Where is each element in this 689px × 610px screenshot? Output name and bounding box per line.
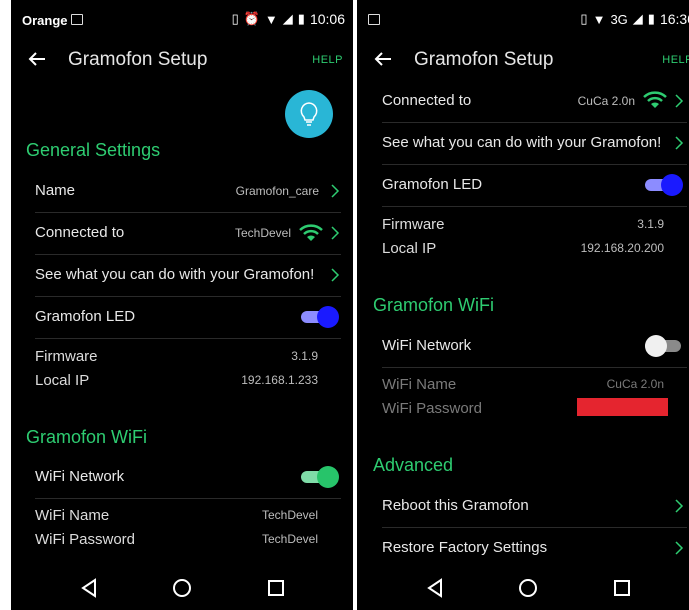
wifi-password-label: WiFi Password <box>382 400 483 417</box>
gramofon-led-toggle[interactable] <box>645 174 683 196</box>
wifi-status-icon: ▼ <box>592 11 606 27</box>
vibrate-icon: ▯ <box>580 11 588 26</box>
wifi-name-label: WiFi Name <box>35 507 110 524</box>
connected-to-value: CuCa 2.0n <box>577 94 635 108</box>
image-notification-icon <box>71 14 83 25</box>
name-row[interactable]: Name Gramofon_care <box>35 170 341 213</box>
wifi-icon <box>299 224 323 241</box>
wifi-network-toggle[interactable] <box>645 335 683 357</box>
page-title: Gramofon Setup <box>68 49 208 70</box>
wifi-password-label: WiFi Password <box>35 531 136 548</box>
firmware-value: 3.1.9 <box>291 349 318 363</box>
chevron-right-icon <box>331 184 340 198</box>
page-title: Gramofon Setup <box>414 49 554 70</box>
wifi-network-row: WiFi Network <box>382 325 687 368</box>
recents-nav-icon[interactable] <box>610 576 634 600</box>
local-ip-value: 192.168.1.233 <box>241 373 318 387</box>
carrier-name: Orange <box>22 13 68 28</box>
battery-icon: ▮ <box>647 11 655 26</box>
gramofon-led-row: Gramofon LED <box>382 164 687 207</box>
wifi-password-value: TechDevel <box>261 532 318 546</box>
back-arrow-icon[interactable] <box>373 49 393 69</box>
gramofon-led-label: Gramofon LED <box>35 308 136 325</box>
gramofon-led-row: Gramofon LED <box>35 296 341 339</box>
recents-nav-icon[interactable] <box>264 576 288 600</box>
signal-icon: ◢ <box>282 11 293 26</box>
clock: 16:30 <box>659 11 689 27</box>
help-link[interactable]: HELP <box>662 54 689 66</box>
chevron-right-icon <box>331 226 340 240</box>
wifi-network-toggle[interactable] <box>301 466 339 488</box>
chevron-right-icon <box>675 136 684 150</box>
firmware-label: Firmware <box>35 348 98 365</box>
gramofon-led-label: Gramofon LED <box>382 176 483 193</box>
wifi-status-icon: ▼ <box>264 11 278 27</box>
name-label: Name <box>35 182 76 199</box>
local-ip-label: Local IP <box>382 240 437 257</box>
see-what-you-can-do-label: See what you can do with your Gramofon! <box>35 266 315 283</box>
wifi-network-row: WiFi Network <box>35 456 341 499</box>
navigation-bar <box>11 566 353 610</box>
app-bar: Gramofon Setup HELP <box>11 40 353 80</box>
firmware-value: 3.1.9 <box>637 217 664 231</box>
wifi-network-label: WiFi Network <box>35 468 125 485</box>
wifi-network-label: WiFi Network <box>382 337 472 354</box>
gramofon-wifi-heading: Gramofon WiFi <box>26 427 148 447</box>
left-phone-screen: Orange ▯ ⏰ ▼ ◢ ▮ 10:06 Gramofon Setup HE… <box>11 0 353 610</box>
status-bar: ▯ ▼ 3G ◢ ▮ 16:30 <box>357 8 689 34</box>
chevron-right-icon <box>675 541 684 555</box>
signal-icon: ◢ <box>632 11 643 26</box>
restore-factory-row[interactable]: Restore Factory Settings <box>382 527 687 569</box>
see-what-you-can-do-label: See what you can do with your Gramofon! <box>382 134 662 151</box>
home-nav-icon[interactable] <box>516 576 540 600</box>
local-ip-label: Local IP <box>35 372 90 389</box>
connected-to-label: Connected to <box>382 92 472 109</box>
wifi-icon <box>643 91 667 108</box>
wifi-name-value: CuCa 2.0n <box>606 377 664 391</box>
image-notification-icon <box>368 14 380 25</box>
chevron-right-icon <box>675 94 684 108</box>
help-link[interactable]: HELP <box>312 54 343 66</box>
name-value: Gramofon_care <box>235 184 319 198</box>
lightbulb-button[interactable] <box>285 90 333 138</box>
back-arrow-icon[interactable] <box>27 49 47 69</box>
status-bar: Orange ▯ ⏰ ▼ ◢ ▮ 10:06 <box>11 8 353 34</box>
reboot-label: Reboot this Gramofon <box>382 497 529 514</box>
connected-to-label: Connected to <box>35 224 125 241</box>
wifi-password-redaction <box>577 398 668 416</box>
network-type: 3G <box>610 11 628 27</box>
navigation-bar <box>357 566 689 610</box>
chevron-right-icon <box>675 499 684 513</box>
firmware-label: Firmware <box>382 216 445 233</box>
alarm-icon: ⏰ <box>243 11 260 26</box>
restore-factory-label: Restore Factory Settings <box>382 539 548 556</box>
battery-icon: ▮ <box>297 11 305 26</box>
see-what-you-can-do-row[interactable]: See what you can do with your Gramofon! <box>35 254 341 297</box>
gramofon-wifi-heading: Gramofon WiFi <box>373 295 495 315</box>
general-settings-heading: General Settings <box>26 140 161 160</box>
wifi-name-label: WiFi Name <box>382 376 457 393</box>
gramofon-led-toggle[interactable] <box>301 306 339 328</box>
home-nav-icon[interactable] <box>170 576 194 600</box>
connected-to-row[interactable]: Connected to TechDevel <box>35 212 341 255</box>
back-nav-icon[interactable] <box>77 576 101 600</box>
app-bar: Gramofon Setup HELP <box>357 40 689 80</box>
chevron-right-icon <box>331 268 340 282</box>
right-phone-screen: ▯ ▼ 3G ◢ ▮ 16:30 Gramofon Setup HELP Con… <box>357 0 689 610</box>
see-what-you-can-do-row[interactable]: See what you can do with your Gramofon! <box>382 122 687 165</box>
lightbulb-icon <box>300 102 318 126</box>
vibrate-icon: ▯ <box>231 11 239 26</box>
clock: 10:06 <box>309 11 345 27</box>
connected-to-row[interactable]: Connected to CuCa 2.0n <box>382 80 687 123</box>
local-ip-value: 192.168.20.200 <box>580 241 664 255</box>
advanced-heading: Advanced <box>373 455 454 475</box>
wifi-name-value: TechDevel <box>261 508 318 522</box>
reboot-row[interactable]: Reboot this Gramofon <box>382 485 687 528</box>
connected-to-value: TechDevel <box>234 226 291 240</box>
back-nav-icon[interactable] <box>423 576 447 600</box>
